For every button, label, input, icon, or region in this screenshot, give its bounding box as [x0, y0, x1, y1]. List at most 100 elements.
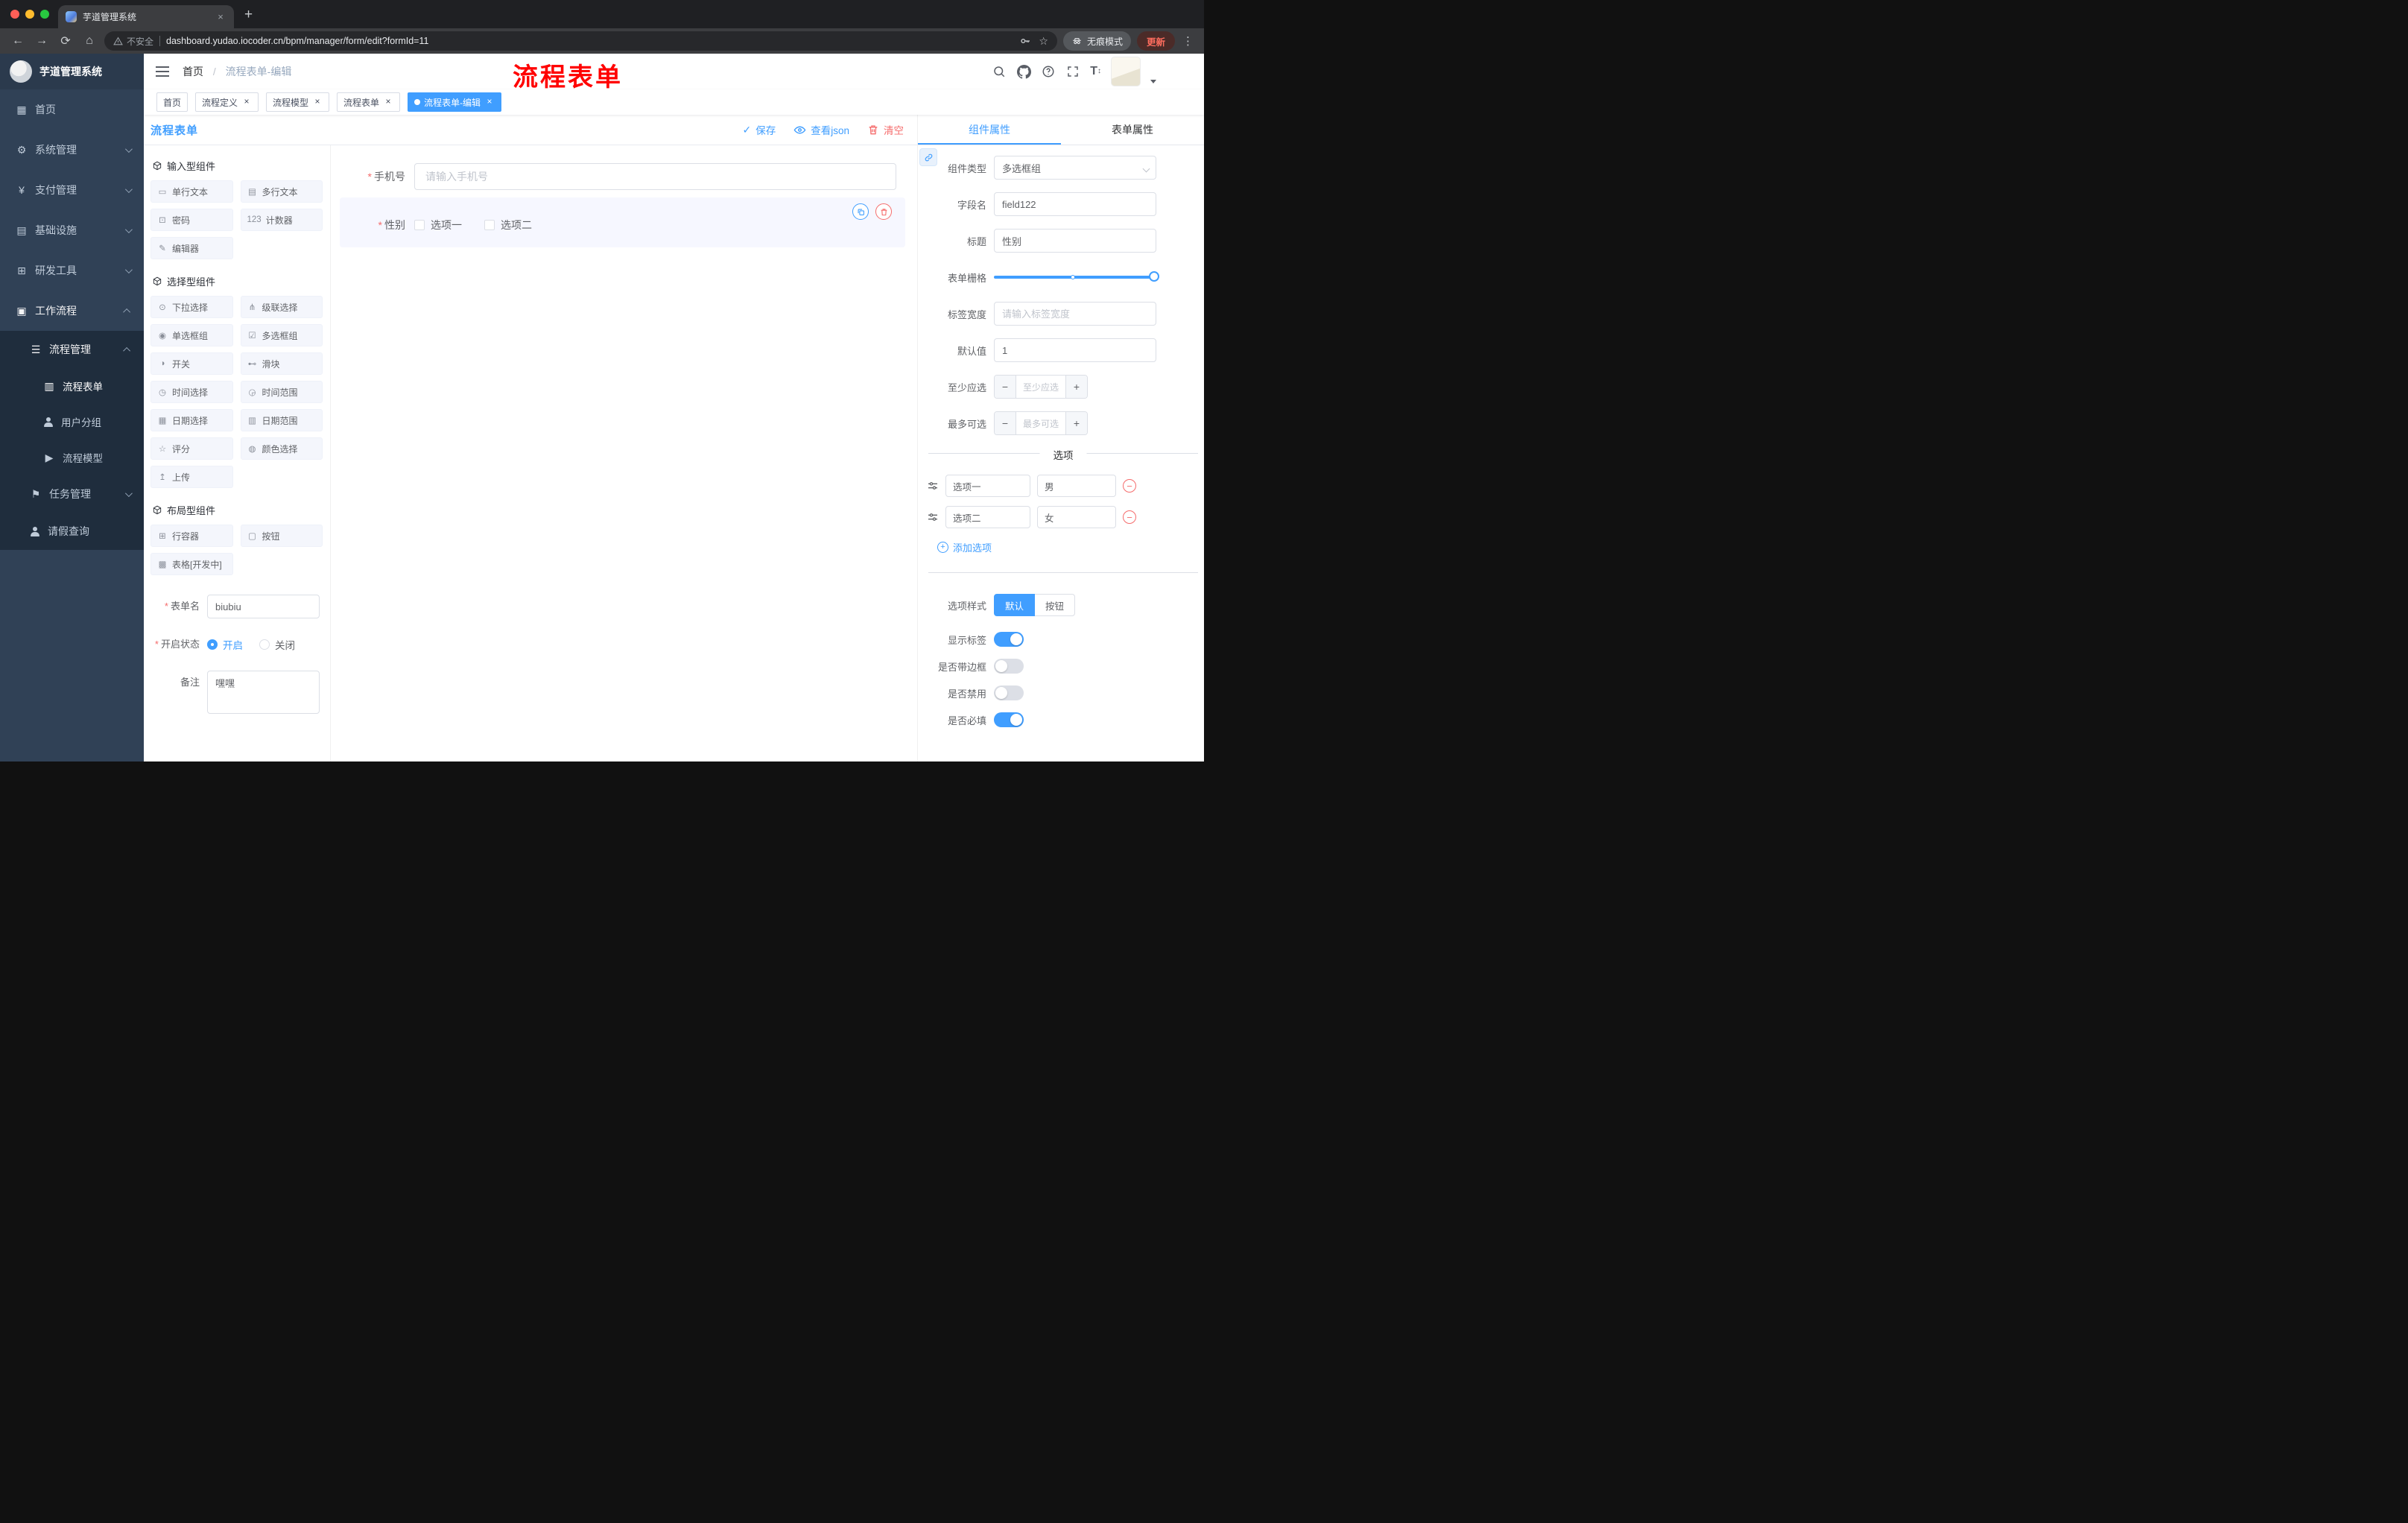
remove-option-button[interactable]	[1123, 479, 1136, 493]
component-counter[interactable]: 123 计数器	[240, 209, 323, 231]
sidebar-item-infrastructure[interactable]: ▤ 基础设施	[0, 210, 144, 250]
back-button[interactable]: ←	[9, 34, 27, 48]
min-select-value[interactable]: 至少应选	[1016, 376, 1065, 398]
max-select-value[interactable]: 最多可选	[1016, 412, 1065, 434]
checkbox-option-1[interactable]	[414, 220, 425, 230]
tab-form-props[interactable]: 表单属性	[1061, 115, 1204, 145]
show-label-toggle[interactable]	[994, 632, 1024, 647]
slider-handle[interactable]	[1149, 271, 1159, 282]
tag-process-form[interactable]: 流程表单	[337, 92, 401, 112]
component-select[interactable]: ⊙ 下拉选择	[150, 296, 233, 318]
search-icon[interactable]	[992, 64, 1007, 79]
component-textarea[interactable]: ▤ 多行文本	[240, 180, 323, 203]
breadcrumb-home[interactable]: 首页	[183, 66, 203, 77]
component-switch[interactable]: ◑ 开关	[150, 352, 233, 375]
style-button-button[interactable]: 按钮	[1035, 594, 1076, 616]
hamburger-icon[interactable]	[156, 66, 169, 77]
component-radio-group[interactable]: ◉ 单选框组	[150, 324, 233, 346]
phone-input[interactable]	[414, 163, 896, 190]
title-input[interactable]	[994, 229, 1156, 253]
component-time-picker[interactable]: ◷ 时间选择	[150, 381, 233, 403]
status-on-radio[interactable]: 开启	[207, 637, 243, 652]
sidebar-item-payment[interactable]: ¥ 支付管理	[0, 170, 144, 210]
checkbox-option-2[interactable]	[484, 220, 495, 230]
avatar-caret-icon[interactable]	[1150, 79, 1156, 83]
sidebar-item-devtools[interactable]: ⊞ 研发工具	[0, 250, 144, 291]
sidebar-item-user-group[interactable]: 用户分组	[0, 404, 144, 440]
option-value-input[interactable]	[1037, 475, 1116, 497]
status-off-radio[interactable]: 关闭	[259, 637, 295, 652]
sidebar-item-task-mgmt[interactable]: ⚑ 任务管理	[0, 475, 144, 513]
sidebar-item-system[interactable]: ⚙ 系统管理	[0, 130, 144, 170]
sidebar-item-leave-query[interactable]: 请假查询	[0, 513, 144, 550]
option-name-input[interactable]	[945, 506, 1030, 528]
remark-textarea[interactable]: 嘿嘿	[207, 671, 320, 714]
sidebar-item-home[interactable]: ▦ 首页	[0, 89, 144, 130]
disabled-toggle[interactable]	[994, 685, 1024, 700]
link-button[interactable]	[919, 148, 937, 166]
tag-close-icon[interactable]	[312, 97, 323, 107]
field-gender-selected[interactable]: 性别 选项一 选项二	[340, 197, 905, 247]
component-color-picker[interactable]: ◍ 颜色选择	[240, 437, 323, 460]
component-type-select[interactable]: 多选框组	[994, 156, 1156, 180]
component-date-picker[interactable]: ▦ 日期选择	[150, 409, 233, 431]
help-icon[interactable]	[1041, 64, 1056, 79]
form-name-input[interactable]	[207, 595, 320, 618]
drag-handle-icon[interactable]	[927, 480, 939, 492]
plus-button[interactable]: +	[1065, 376, 1087, 398]
forward-button[interactable]: →	[33, 34, 51, 48]
key-icon[interactable]	[1019, 35, 1031, 47]
minus-button[interactable]: −	[995, 412, 1016, 434]
field-name-input[interactable]	[994, 192, 1156, 216]
sidebar-item-workflow[interactable]: ▣ 工作流程	[0, 291, 144, 331]
component-slider[interactable]: ⊷ 滑块	[240, 352, 323, 375]
sidebar-item-process-form[interactable]: ▥ 流程表单	[0, 368, 144, 404]
clear-button[interactable]: 清空	[867, 122, 904, 137]
tag-close-icon[interactable]	[241, 97, 252, 107]
style-default-button[interactable]: 默认	[994, 594, 1036, 616]
sidebar-logo[interactable]: 芋道管理系统	[0, 54, 144, 89]
view-json-button[interactable]: 查看json	[793, 122, 849, 137]
address-bar[interactable]: 不安全 dashboard.yudao.iocoder.cn/bpm/manag…	[104, 31, 1057, 51]
option-value-input[interactable]	[1037, 506, 1116, 528]
sidebar-item-process-model[interactable]: ▶ 流程模型	[0, 440, 144, 475]
minus-button[interactable]: −	[995, 376, 1016, 398]
browser-update-button[interactable]: 更新	[1136, 31, 1175, 51]
required-toggle[interactable]	[994, 712, 1024, 727]
remove-option-button[interactable]	[1123, 510, 1136, 524]
component-checkbox-group[interactable]: ☑ 多选框组	[240, 324, 323, 346]
font-size-icon[interactable]	[1090, 65, 1101, 78]
tag-process-definition[interactable]: 流程定义	[195, 92, 259, 112]
label-width-input[interactable]	[994, 302, 1156, 326]
component-time-range[interactable]: ◶ 时间范围	[240, 381, 323, 403]
tag-close-icon[interactable]	[383, 97, 393, 107]
drag-handle-icon[interactable]	[927, 511, 939, 523]
bookmark-star-icon[interactable]: ☆	[1039, 35, 1048, 48]
minimize-window-button[interactable]	[25, 10, 34, 19]
component-date-range[interactable]: ▥ 日期范围	[240, 409, 323, 431]
browser-menu-icon[interactable]: ⋮	[1181, 34, 1195, 48]
fullscreen-icon[interactable]	[1065, 64, 1080, 79]
avatar[interactable]	[1111, 57, 1141, 86]
delete-field-button[interactable]	[875, 203, 892, 220]
new-tab-button[interactable]: +	[244, 7, 253, 23]
component-button[interactable]: ▢ 按钮	[240, 525, 323, 547]
maximize-window-button[interactable]	[40, 10, 49, 19]
component-row-container[interactable]: ⊞ 行容器	[150, 525, 233, 547]
tag-process-form-edit[interactable]: 流程表单-编辑	[408, 92, 502, 112]
border-toggle[interactable]	[994, 659, 1024, 674]
tag-home[interactable]: 首页	[156, 92, 188, 112]
field-phone[interactable]: 手机号	[340, 163, 908, 190]
component-editor[interactable]: ✎ 编辑器	[150, 237, 233, 259]
component-password[interactable]: ⊡ 密码	[150, 209, 233, 231]
tab-component-props[interactable]: 组件属性	[918, 115, 1061, 145]
component-rate[interactable]: ☆ 评分	[150, 437, 233, 460]
grid-slider[interactable]	[994, 265, 1159, 289]
option-name-input[interactable]	[945, 475, 1030, 497]
component-cascader[interactable]: ⋔ 级联选择	[240, 296, 323, 318]
plus-button[interactable]: +	[1065, 412, 1087, 434]
save-button[interactable]: 保存	[743, 122, 776, 137]
tag-close-icon[interactable]	[484, 97, 495, 107]
add-option-button[interactable]: 添加选项	[937, 540, 1204, 554]
default-value-input[interactable]	[994, 338, 1156, 362]
